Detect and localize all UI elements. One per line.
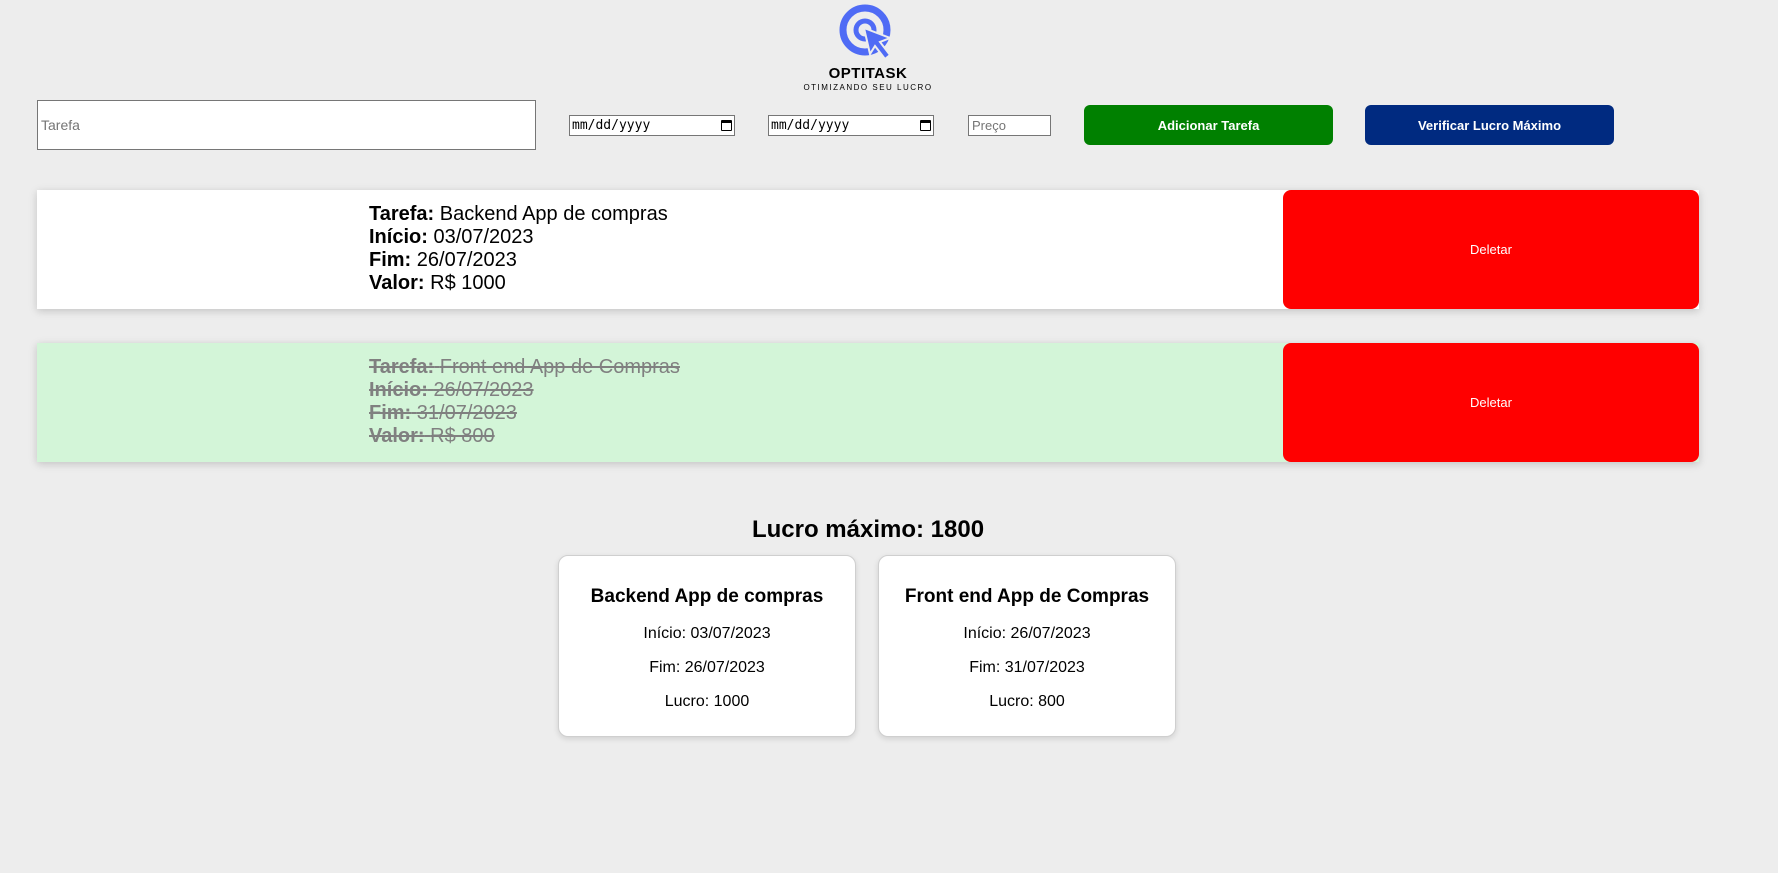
max-profit-title: Lucro máximo: 1800	[751, 516, 985, 543]
app-logo: OPTITASK OTIMIZANDO SEU LUCRO	[800, 3, 936, 93]
task-end: 26/07/2023	[416, 249, 517, 271]
task-end: 31/07/2023	[416, 402, 517, 424]
result-card: Backend App de compras Início: 03/07/202…	[558, 555, 856, 737]
start-label: Início:	[369, 226, 428, 248]
end-label: Fim:	[369, 402, 412, 424]
delete-task-button[interactable]: Deletar	[1283, 343, 1699, 462]
result-card-start: Início: 03/07/2023	[643, 625, 771, 642]
task-name-input[interactable]	[37, 100, 536, 150]
result-card-title: Front end App de Compras	[904, 586, 1150, 607]
task-item: Tarefa: Backend App de compras Início: 0…	[37, 190, 1699, 309]
calendar-icon[interactable]	[721, 120, 732, 131]
task-details: Tarefa: Front end App de Compras Início:…	[369, 356, 680, 448]
logo-title: OPTITASK	[828, 65, 908, 82]
cursor-target-icon	[839, 4, 893, 61]
result-card-title: Backend App de compras	[590, 586, 824, 607]
price-input[interactable]	[968, 115, 1051, 136]
task-start: 03/07/2023	[433, 226, 534, 248]
delete-task-button[interactable]: Deletar	[1283, 190, 1699, 309]
task-name: Front end App de Compras	[439, 356, 680, 378]
task-details: Tarefa: Backend App de compras Início: 0…	[369, 203, 668, 295]
task-item-completed[interactable]: Tarefa: Front end App de Compras Início:…	[37, 343, 1699, 462]
task-value: R$ 800	[430, 425, 495, 447]
task-label: Tarefa:	[369, 203, 435, 225]
value-label: Valor:	[369, 425, 425, 447]
value-label: Valor:	[369, 272, 425, 294]
result-card-profit: Lucro: 1000	[664, 693, 750, 710]
task-label: Tarefa:	[369, 356, 435, 378]
result-card-end: Fim: 26/07/2023	[649, 659, 765, 676]
start-date-placeholder: mm/dd/yyyy	[572, 118, 651, 133]
task-name: Backend App de compras	[439, 203, 668, 225]
end-label: Fim:	[369, 249, 412, 271]
add-task-button[interactable]: Adicionar Tarefa	[1084, 105, 1333, 145]
check-max-profit-button[interactable]: Verificar Lucro Máximo	[1365, 105, 1614, 145]
start-date-input[interactable]: mm/dd/yyyy	[569, 115, 735, 136]
start-label: Início:	[369, 379, 428, 401]
result-card-end: Fim: 31/07/2023	[969, 659, 1085, 676]
end-date-placeholder: mm/dd/yyyy	[771, 118, 850, 133]
calendar-icon[interactable]	[920, 120, 931, 131]
logo-subtitle: OTIMIZANDO SEU LUCRO	[803, 83, 933, 92]
task-start: 26/07/2023	[433, 379, 534, 401]
result-card-profit: Lucro: 800	[989, 693, 1065, 710]
result-card: Front end App de Compras Início: 26/07/2…	[878, 555, 1176, 737]
task-value: R$ 1000	[430, 272, 506, 294]
result-card-start: Início: 26/07/2023	[963, 625, 1091, 642]
end-date-input[interactable]: mm/dd/yyyy	[768, 115, 934, 136]
